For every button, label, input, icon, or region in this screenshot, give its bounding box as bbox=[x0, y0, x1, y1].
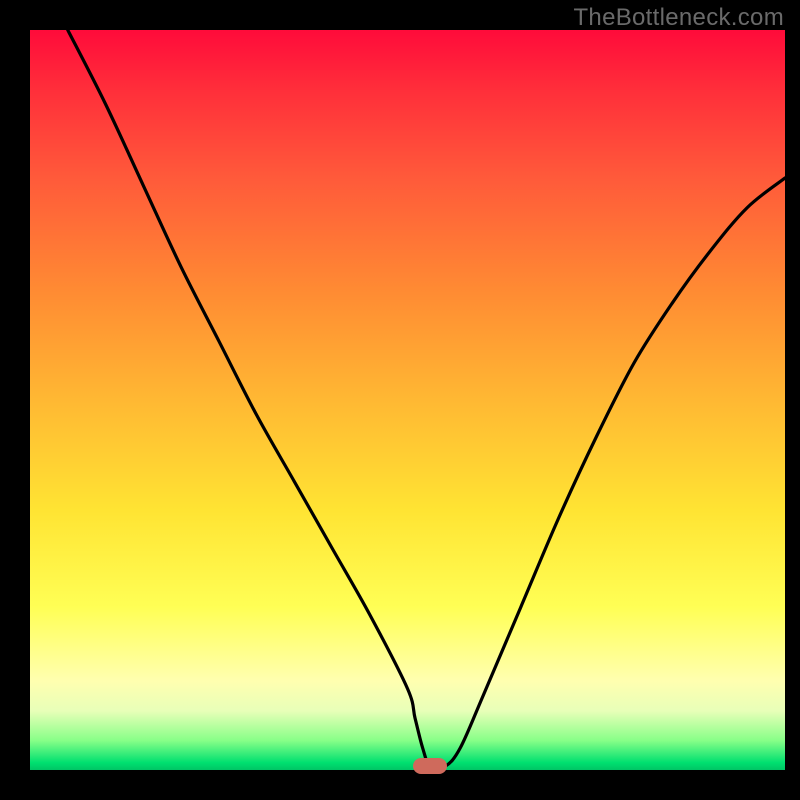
plot-area bbox=[30, 30, 785, 770]
optimal-marker bbox=[413, 758, 447, 774]
watermark-text: TheBottleneck.com bbox=[573, 4, 784, 32]
bottleneck-curve bbox=[30, 30, 785, 770]
chart-frame: TheBottleneck.com bbox=[0, 0, 800, 800]
